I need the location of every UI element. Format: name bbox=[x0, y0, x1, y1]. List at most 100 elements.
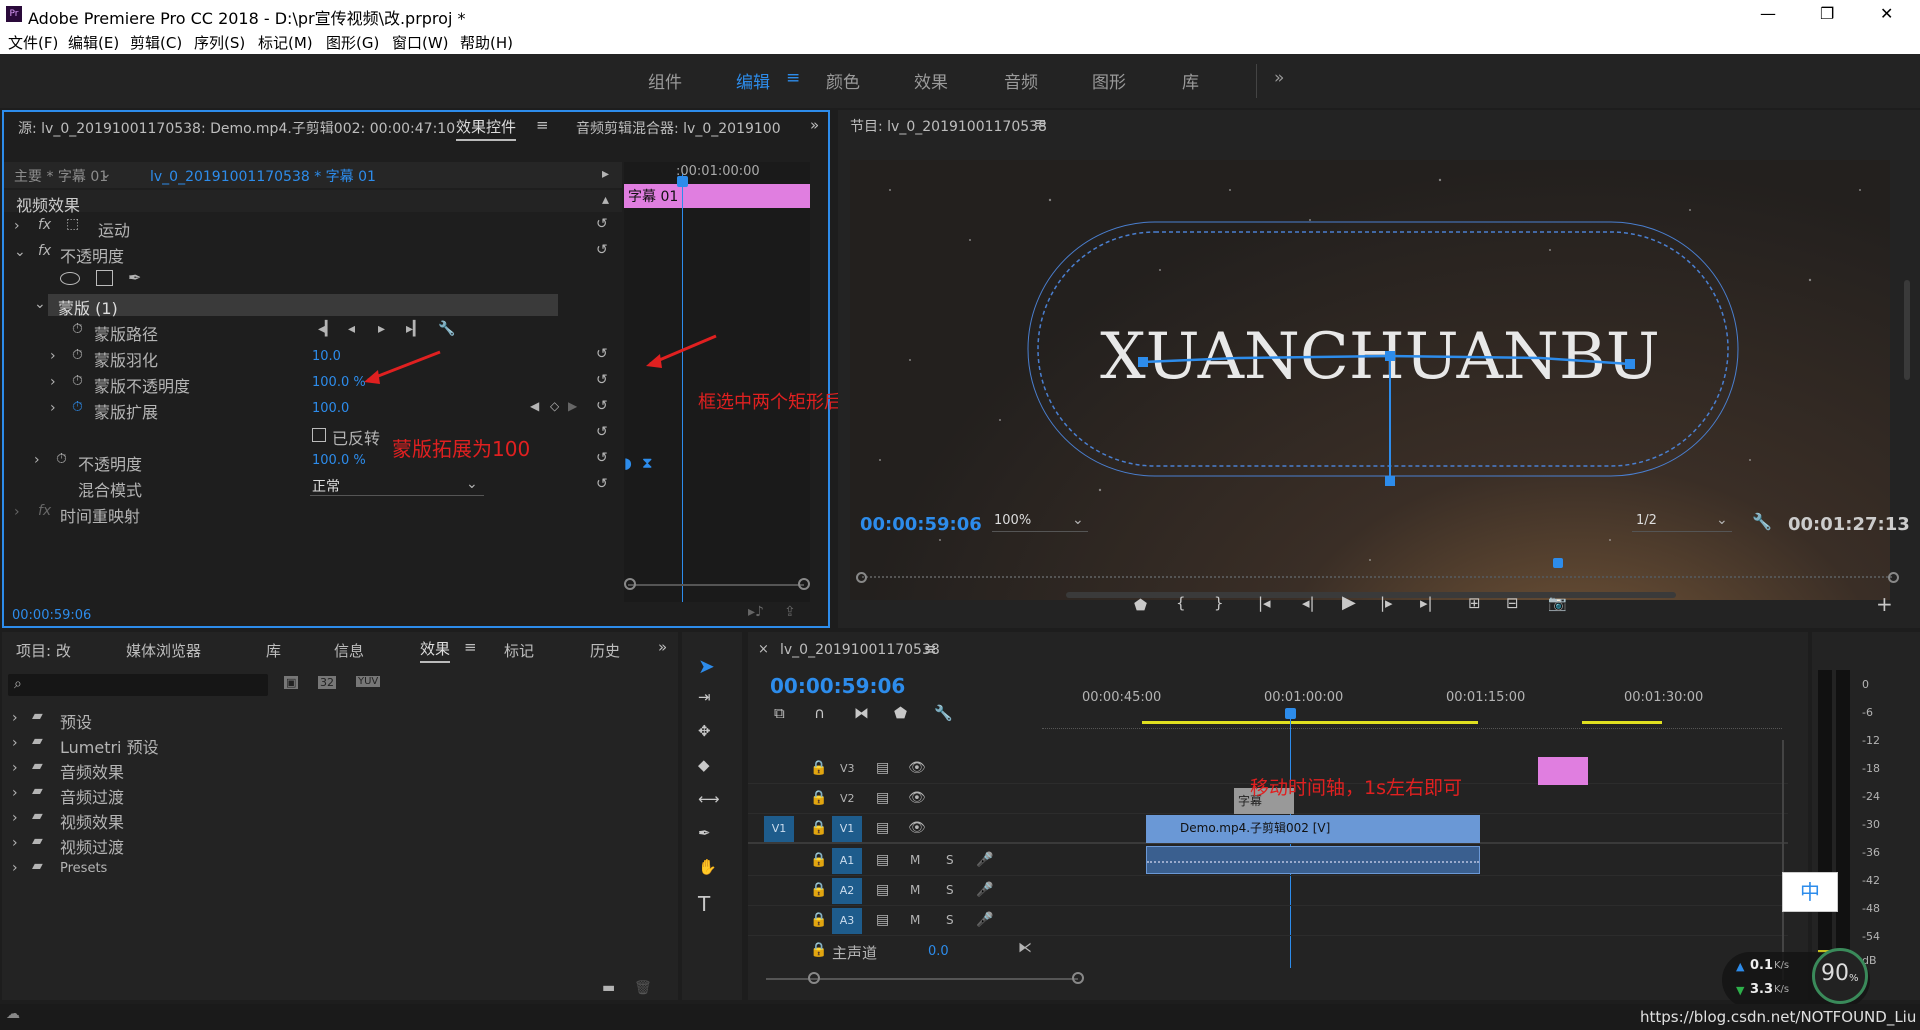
panel-overflow-icon[interactable]: » bbox=[658, 638, 667, 656]
mute-button[interactable]: M bbox=[910, 853, 920, 867]
effect-controls-menu-icon[interactable]: ≡ bbox=[536, 116, 549, 134]
stopwatch-icon[interactable]: ⏱ bbox=[56, 451, 67, 467]
menu-help[interactable]: 帮助(H) bbox=[460, 32, 513, 53]
track-label[interactable]: V2 bbox=[840, 792, 855, 805]
stopwatch-icon[interactable]: ⏱ bbox=[72, 321, 83, 337]
lock-icon[interactable]: 🔒 bbox=[810, 912, 827, 928]
reset-icon[interactable]: ↺ bbox=[596, 398, 608, 414]
razor-tool-icon[interactable]: ◆ bbox=[698, 758, 710, 773]
lock-icon[interactable]: 🔒 bbox=[810, 882, 827, 898]
video-frame[interactable]: XUANCHUANBU bbox=[850, 160, 1890, 600]
expand-chevron-icon[interactable]: › bbox=[12, 810, 18, 826]
mask-opacity-row[interactable]: › ⏱ 蒙版不透明度 100.0 % ↺ bbox=[4, 370, 622, 396]
timeline-settings-icon[interactable]: 🔧 bbox=[934, 706, 953, 721]
mark-in-icon[interactable]: { bbox=[1176, 596, 1186, 611]
reset-icon[interactable]: ↺ bbox=[596, 450, 608, 466]
reset-icon[interactable]: ↺ bbox=[596, 424, 608, 440]
tab-libraries[interactable]: 库 bbox=[266, 640, 281, 661]
creative-cloud-icon[interactable]: ☁ bbox=[6, 1006, 20, 1022]
fx-icon[interactable]: fx bbox=[38, 217, 51, 233]
menu-window[interactable]: 窗口(W) bbox=[392, 32, 449, 53]
go-to-in-icon[interactable]: |◂ bbox=[1258, 596, 1271, 611]
rectangle-mask-icon[interactable] bbox=[96, 270, 113, 286]
stopwatch-icon[interactable]: ⏱ bbox=[72, 373, 83, 389]
solo-button[interactable]: S bbox=[946, 913, 954, 927]
snap-icon[interactable]: ∩ bbox=[814, 706, 825, 721]
folder-lumetri[interactable]: › ▰ Lumetri 预设 bbox=[2, 731, 662, 757]
solo-button[interactable]: S bbox=[946, 883, 954, 897]
workspace-effects[interactable]: 效果 bbox=[914, 68, 948, 93]
folder-audio-effects[interactable]: › ▰ 音频效果 bbox=[2, 756, 662, 782]
step-forward-icon[interactable]: ▸ bbox=[378, 321, 385, 337]
mask-row[interactable]: ⌄ 蒙版 (1) bbox=[4, 292, 622, 318]
selection-tool-icon[interactable]: ➤ bbox=[698, 656, 715, 676]
mini-timeline[interactable]: :00:01:00:00 字幕 01 ◗ ⧗ bbox=[624, 162, 810, 602]
master-go-to-icon[interactable]: ⧔ bbox=[1018, 940, 1032, 956]
program-title[interactable]: 节目: lv_0_20191001170538 bbox=[850, 116, 1047, 136]
track-target-a2[interactable]: A2 bbox=[832, 878, 862, 904]
scroll-handle-right[interactable] bbox=[798, 578, 810, 590]
video-scrollbar-v[interactable] bbox=[1904, 280, 1910, 380]
keyframe-icon[interactable]: ◗ bbox=[624, 454, 632, 472]
step-backward-icon[interactable]: ◂ bbox=[348, 321, 355, 337]
eye-icon[interactable]: 👁 bbox=[908, 820, 926, 836]
folder-presets[interactable]: › ▰ 预设 bbox=[2, 706, 662, 732]
program-scrubber[interactable] bbox=[856, 558, 1900, 584]
reset-icon[interactable]: ↺ bbox=[596, 372, 608, 388]
mark-out-icon[interactable]: } bbox=[1214, 596, 1224, 611]
clip-audio-a1[interactable] bbox=[1146, 846, 1480, 874]
slip-tool-icon[interactable]: ⟷ bbox=[698, 792, 720, 807]
sync-lock-icon[interactable]: ▤ bbox=[876, 852, 889, 868]
menu-file[interactable]: 文件(F) bbox=[8, 32, 58, 53]
eye-icon[interactable]: 👁 bbox=[908, 760, 926, 776]
wrench-icon[interactable]: 🔧 bbox=[438, 321, 455, 337]
add-button-icon[interactable]: + bbox=[1876, 594, 1893, 614]
accelerated-effects-icon[interactable]: ▣ bbox=[284, 676, 299, 689]
master-clip-label[interactable]: 主要 * 字幕 01 bbox=[14, 166, 108, 186]
export-icon[interactable]: ⇪ bbox=[784, 604, 796, 620]
play-icon[interactable]: ▶ bbox=[1342, 594, 1356, 612]
workspace-libraries[interactable]: 库 bbox=[1182, 68, 1199, 93]
menu-edit[interactable]: 编辑(E) bbox=[68, 32, 119, 53]
time-ruler[interactable]: 00:00:45:00 00:01:00:00 00:01:15:00 00:0… bbox=[1042, 690, 1782, 736]
lock-icon[interactable]: 🔒 bbox=[810, 760, 827, 776]
step-forward-icon[interactable]: |▸ bbox=[1380, 596, 1393, 611]
work-area-bar[interactable] bbox=[1582, 721, 1662, 724]
expand-chevron-icon[interactable]: › bbox=[12, 735, 18, 751]
chevron-down-icon[interactable]: ⌄ bbox=[100, 166, 112, 182]
pen-tool-icon[interactable]: ✒ bbox=[698, 826, 711, 841]
menu-graphics[interactable]: 图形(G) bbox=[326, 32, 379, 53]
track-forward-icon[interactable]: ▸▎ bbox=[406, 321, 424, 337]
workspace-assembly[interactable]: 组件 bbox=[648, 68, 682, 93]
sequence-tab[interactable]: lv_0_20191001170538 bbox=[780, 642, 940, 658]
expand-chevron-icon[interactable]: › bbox=[50, 374, 56, 390]
go-to-out-icon[interactable]: ▸| bbox=[1420, 596, 1433, 611]
linked-selection-icon[interactable]: ⧓ bbox=[854, 706, 869, 721]
ime-indicator[interactable]: 中 bbox=[1782, 872, 1838, 912]
menu-clip[interactable]: 剪辑(C) bbox=[130, 32, 182, 53]
reset-icon[interactable]: ↺ bbox=[596, 346, 608, 362]
effects-menu-icon[interactable]: ≡ bbox=[464, 638, 477, 656]
add-marker-icon[interactable]: ⬟ bbox=[894, 706, 907, 721]
folder-audio-transitions[interactable]: › ▰ 音频过渡 bbox=[2, 781, 662, 807]
expand-chevron-icon[interactable]: › bbox=[12, 760, 18, 776]
type-tool-icon[interactable]: T bbox=[698, 894, 710, 914]
collapse-up-icon[interactable]: ▴ bbox=[602, 192, 609, 208]
sync-lock-icon[interactable]: ▤ bbox=[876, 820, 889, 836]
source-patch-v1[interactable]: V1 bbox=[764, 816, 794, 842]
sync-lock-icon[interactable]: ▤ bbox=[876, 760, 889, 776]
sync-lock-icon[interactable]: ▤ bbox=[876, 912, 889, 928]
expand-chevron-icon[interactable]: › bbox=[14, 218, 20, 234]
clip-video-v1[interactable]: Demo.mp4.子剪辑002 [V] bbox=[1146, 815, 1480, 843]
tab-markers[interactable]: 标记 bbox=[504, 640, 534, 661]
step-back-icon[interactable]: ◂| bbox=[1302, 596, 1315, 611]
track-target-a1[interactable]: A1 bbox=[832, 848, 862, 874]
program-menu-icon[interactable]: ≡ bbox=[1034, 114, 1047, 132]
add-keyframe-icon[interactable]: ◇ bbox=[550, 399, 559, 413]
panel-overflow-icon[interactable]: » bbox=[810, 116, 819, 134]
reset-icon[interactable]: ↺ bbox=[596, 242, 608, 258]
solo-button[interactable]: S bbox=[946, 853, 954, 867]
scrubber-end[interactable] bbox=[1888, 572, 1899, 583]
resolution-select[interactable]: 1/2 ⌄ bbox=[1632, 512, 1732, 532]
program-playhead[interactable] bbox=[1553, 558, 1563, 568]
